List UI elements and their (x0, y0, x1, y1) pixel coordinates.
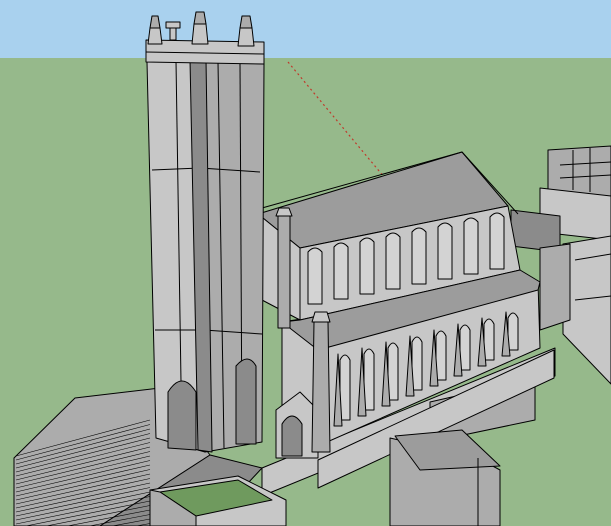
clerestory-window (359, 237, 375, 295)
clerestory-window (437, 222, 453, 280)
clerestory-window (385, 232, 401, 290)
clerestory-window (463, 217, 479, 275)
3d-church-model-scene[interactable] (0, 0, 611, 526)
clerestory-window (333, 242, 349, 300)
clerestory-window (411, 227, 427, 285)
clerestory-window (489, 212, 505, 270)
sky-backdrop (0, 0, 611, 58)
nave-pinnacle (275, 207, 293, 329)
aisle-lancet-window (483, 318, 495, 361)
front-buttress-pinnacle (311, 311, 331, 453)
aisle-lancet-window (507, 312, 519, 351)
clerestory-window (307, 247, 323, 305)
3d-modeling-viewport[interactable] (0, 0, 611, 526)
bell-tower (145, 11, 265, 453)
